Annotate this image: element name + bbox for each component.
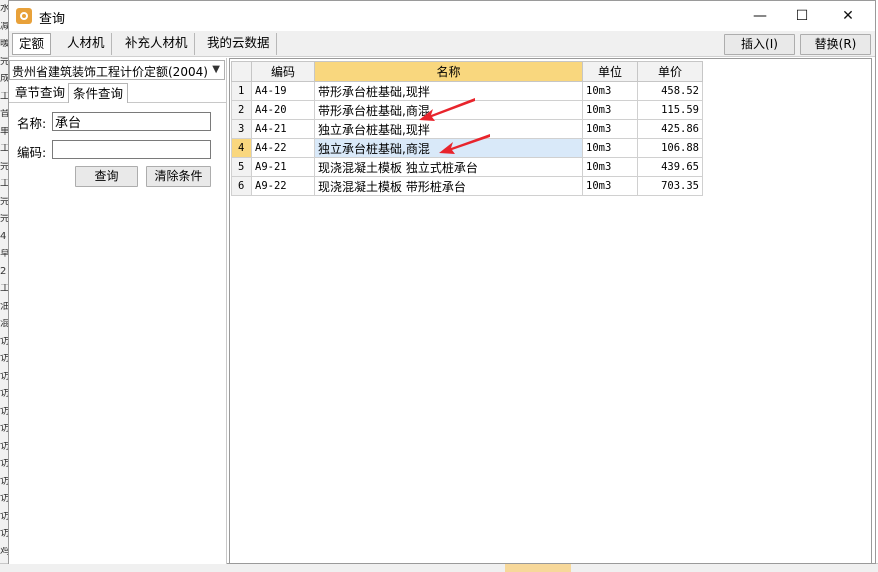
query-dialog: 查询 — ☐ ✕ 定额 人材机 补充人材机 我的云数据 插入(I) 替换(R) … [8,0,876,564]
tab-chapter-search[interactable]: 章节查询 [11,83,69,103]
tab-labor-material-machine[interactable]: 人材机 [61,33,112,55]
name-input[interactable] [52,112,211,131]
name-cell[interactable]: 现浇混凝土模板 带形桩承台 [314,176,583,196]
header-name[interactable]: 名称 [314,61,583,82]
table-header-row: 编码 名称 单位 单价 [231,61,703,82]
header-row-number [231,61,252,82]
row-number-cell[interactable]: 1 [231,81,252,101]
unit-cell[interactable]: 10m3 [582,100,638,120]
code-cell[interactable]: A4-22 [251,138,315,158]
minimize-button[interactable]: — [737,1,783,31]
name-label: 名称: [17,116,47,131]
window-title: 查询 [39,12,66,27]
tab-condition-search[interactable]: 条件查询 [68,83,129,103]
close-button[interactable]: ✕ [825,1,871,31]
price-cell[interactable]: 458.52 [637,81,703,101]
row-number-cell[interactable]: 2 [231,100,252,120]
code-cell[interactable]: A4-19 [251,81,315,101]
code-label: 编码: [17,145,47,160]
tab-supplementary-lmm[interactable]: 补充人材机 [119,33,195,55]
header-code[interactable]: 编码 [251,61,315,82]
price-cell[interactable]: 115.59 [637,100,703,120]
price-cell[interactable]: 439.65 [637,157,703,177]
row-number-cell[interactable]: 6 [231,176,252,196]
code-cell[interactable]: A9-21 [251,157,315,177]
quota-library-value: 贵州省建筑装饰工程计价定额(2004) [12,65,208,79]
replace-button[interactable]: 替换(R) [800,34,871,55]
code-cell[interactable]: A9-22 [251,176,315,196]
table-row[interactable]: 3 A4-21 独立承台桩基础,现拌 10m3 425.86 [231,119,703,139]
name-cell[interactable]: 独立承台桩基础,现拌 [314,119,583,139]
header-unit[interactable]: 单位 [582,61,638,82]
table-row[interactable]: 2 A4-20 带形承台桩基础,商混 10m3 115.59 [231,100,703,120]
unit-cell[interactable]: 10m3 [582,138,638,158]
maximize-button[interactable]: ☐ [779,1,825,31]
unit-cell[interactable]: 10m3 [582,81,638,101]
unit-cell[interactable]: 10m3 [582,119,638,139]
search-panel: 贵州省建筑装饰工程计价定额(2004) ▼ 章节查询 条件查询 名称: 编码: … [9,58,227,564]
tab-quota[interactable]: 定额 [12,33,52,55]
search-button[interactable]: 查询 [75,166,138,187]
name-cell[interactable]: 独立承台桩基础,商混 [314,138,583,158]
price-cell[interactable]: 425.86 [637,119,703,139]
background-accent-cell [505,564,571,572]
main-tabs: 定额 人材机 补充人材机 我的云数据 插入(I) 替换(R) [9,31,875,57]
code-cell[interactable]: A4-20 [251,100,315,120]
header-price[interactable]: 单价 [637,61,703,82]
title-bar: 查询 — ☐ ✕ [9,1,875,31]
insert-button[interactable]: 插入(I) [724,34,795,55]
clear-conditions-button[interactable]: 清除条件 [146,166,211,187]
row-number-cell[interactable]: 5 [231,157,252,177]
table-row[interactable]: 5 A9-21 现浇混凝土模板 独立式桩承台 10m3 439.65 [231,157,703,177]
tab-my-cloud-data[interactable]: 我的云数据 [201,33,277,55]
search-mode-tabs: 章节查询 条件查询 [9,82,227,103]
code-input[interactable] [52,140,211,159]
name-cell[interactable]: 带形承台桩基础,商混 [314,100,583,120]
unit-cell[interactable]: 10m3 [582,176,638,196]
row-number-cell[interactable]: 4 [231,138,252,158]
row-number-cell[interactable]: 3 [231,119,252,139]
table-row[interactable]: 6 A9-22 现浇混凝土模板 带形桩承台 10m3 703.35 [231,176,703,196]
quota-library-select[interactable]: 贵州省建筑装饰工程计价定额(2004) ▼ [9,60,225,80]
price-cell[interactable]: 703.35 [637,176,703,196]
results-panel: 编码 名称 单位 单价 1 A4-19 带形承台桩基础,现拌 10m3 458.52 2 A… [229,58,872,564]
code-cell[interactable]: A4-21 [251,119,315,139]
app-icon [16,8,32,24]
unit-cell[interactable]: 10m3 [582,157,638,177]
name-cell[interactable]: 带形承台桩基础,现拌 [314,81,583,101]
chevron-down-icon: ▼ [212,64,220,75]
price-cell[interactable]: 106.88 [637,138,703,158]
name-cell[interactable]: 现浇混凝土模板 独立式桩承台 [314,157,583,177]
table-row[interactable]: 4 A4-22 独立承台桩基础,商混 10m3 106.88 [231,138,703,158]
results-table: 编码 名称 单位 单价 1 A4-19 带形承台桩基础,现拌 10m3 458.52 2 A… [231,61,703,196]
background-app-bottom-bar [0,563,878,572]
table-row[interactable]: 1 A4-19 带形承台桩基础,现拌 10m3 458.52 [231,81,703,101]
